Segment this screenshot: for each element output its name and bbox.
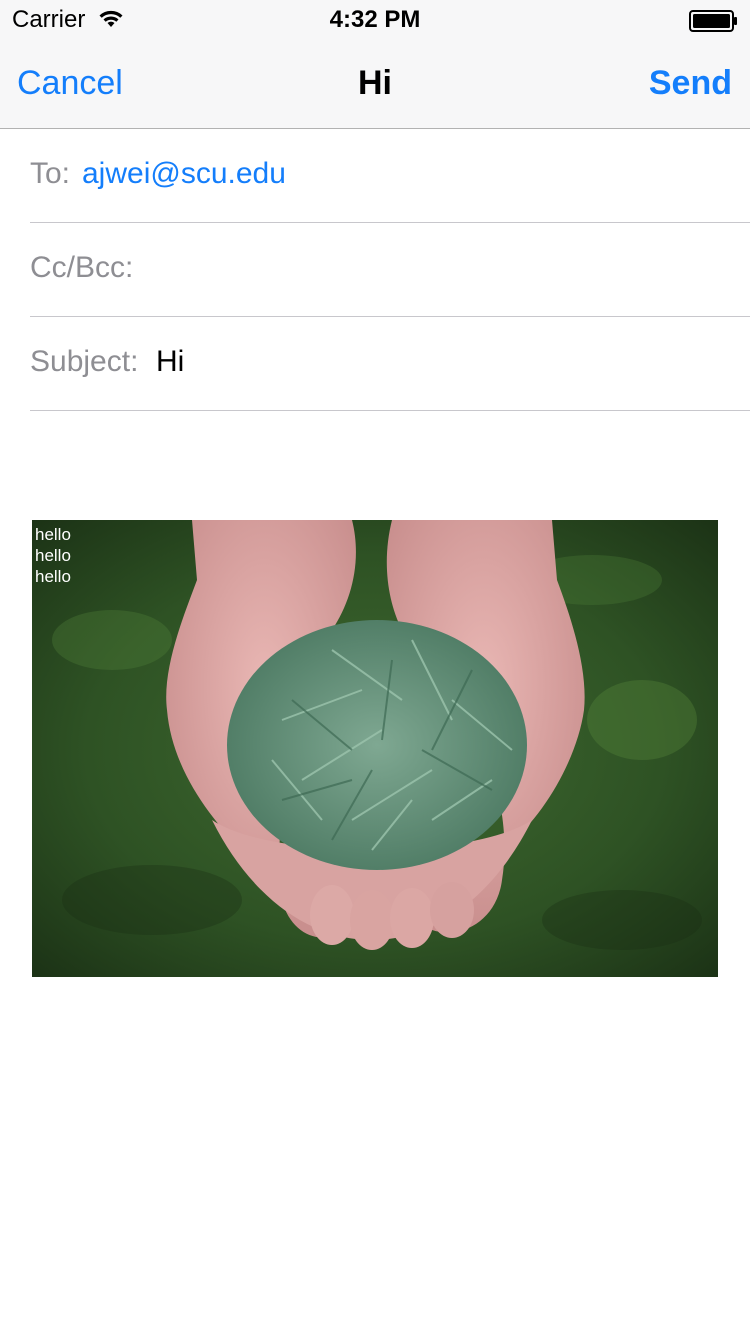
status-bar: Carrier 4:32 PM xyxy=(0,0,750,40)
subject-field-row[interactable]: Subject: Hi xyxy=(30,317,750,411)
send-button[interactable]: Send xyxy=(649,64,732,103)
top-bar: Carrier 4:32 PM Cancel Hi Send xyxy=(0,0,750,129)
overlay-line: hello xyxy=(35,525,71,544)
battery-icon xyxy=(689,10,737,32)
to-field-row[interactable]: To: ajwei@scu.edu xyxy=(30,129,750,223)
photo-hands-pine-needles xyxy=(32,520,718,977)
to-recipient[interactable]: ajwei@scu.edu xyxy=(82,157,286,191)
attached-photo[interactable]: hello hello hello xyxy=(32,520,718,977)
to-label: To: xyxy=(30,157,71,190)
ccbcc-field-row[interactable]: Cc/Bcc: xyxy=(30,223,750,317)
ccbcc-label: Cc/Bcc: xyxy=(30,251,134,284)
message-body[interactable]: hello hello hello xyxy=(0,411,750,1334)
subject-input[interactable]: Hi xyxy=(156,345,184,379)
navigation-bar: Cancel Hi Send xyxy=(0,40,750,128)
image-overlay-text: hello hello hello xyxy=(35,524,71,587)
overlay-line: hello xyxy=(35,567,71,586)
status-time: 4:32 PM xyxy=(329,6,421,33)
overlay-line: hello xyxy=(35,546,71,565)
subject-label: Subject: xyxy=(30,345,139,378)
cancel-button[interactable]: Cancel xyxy=(17,64,123,103)
